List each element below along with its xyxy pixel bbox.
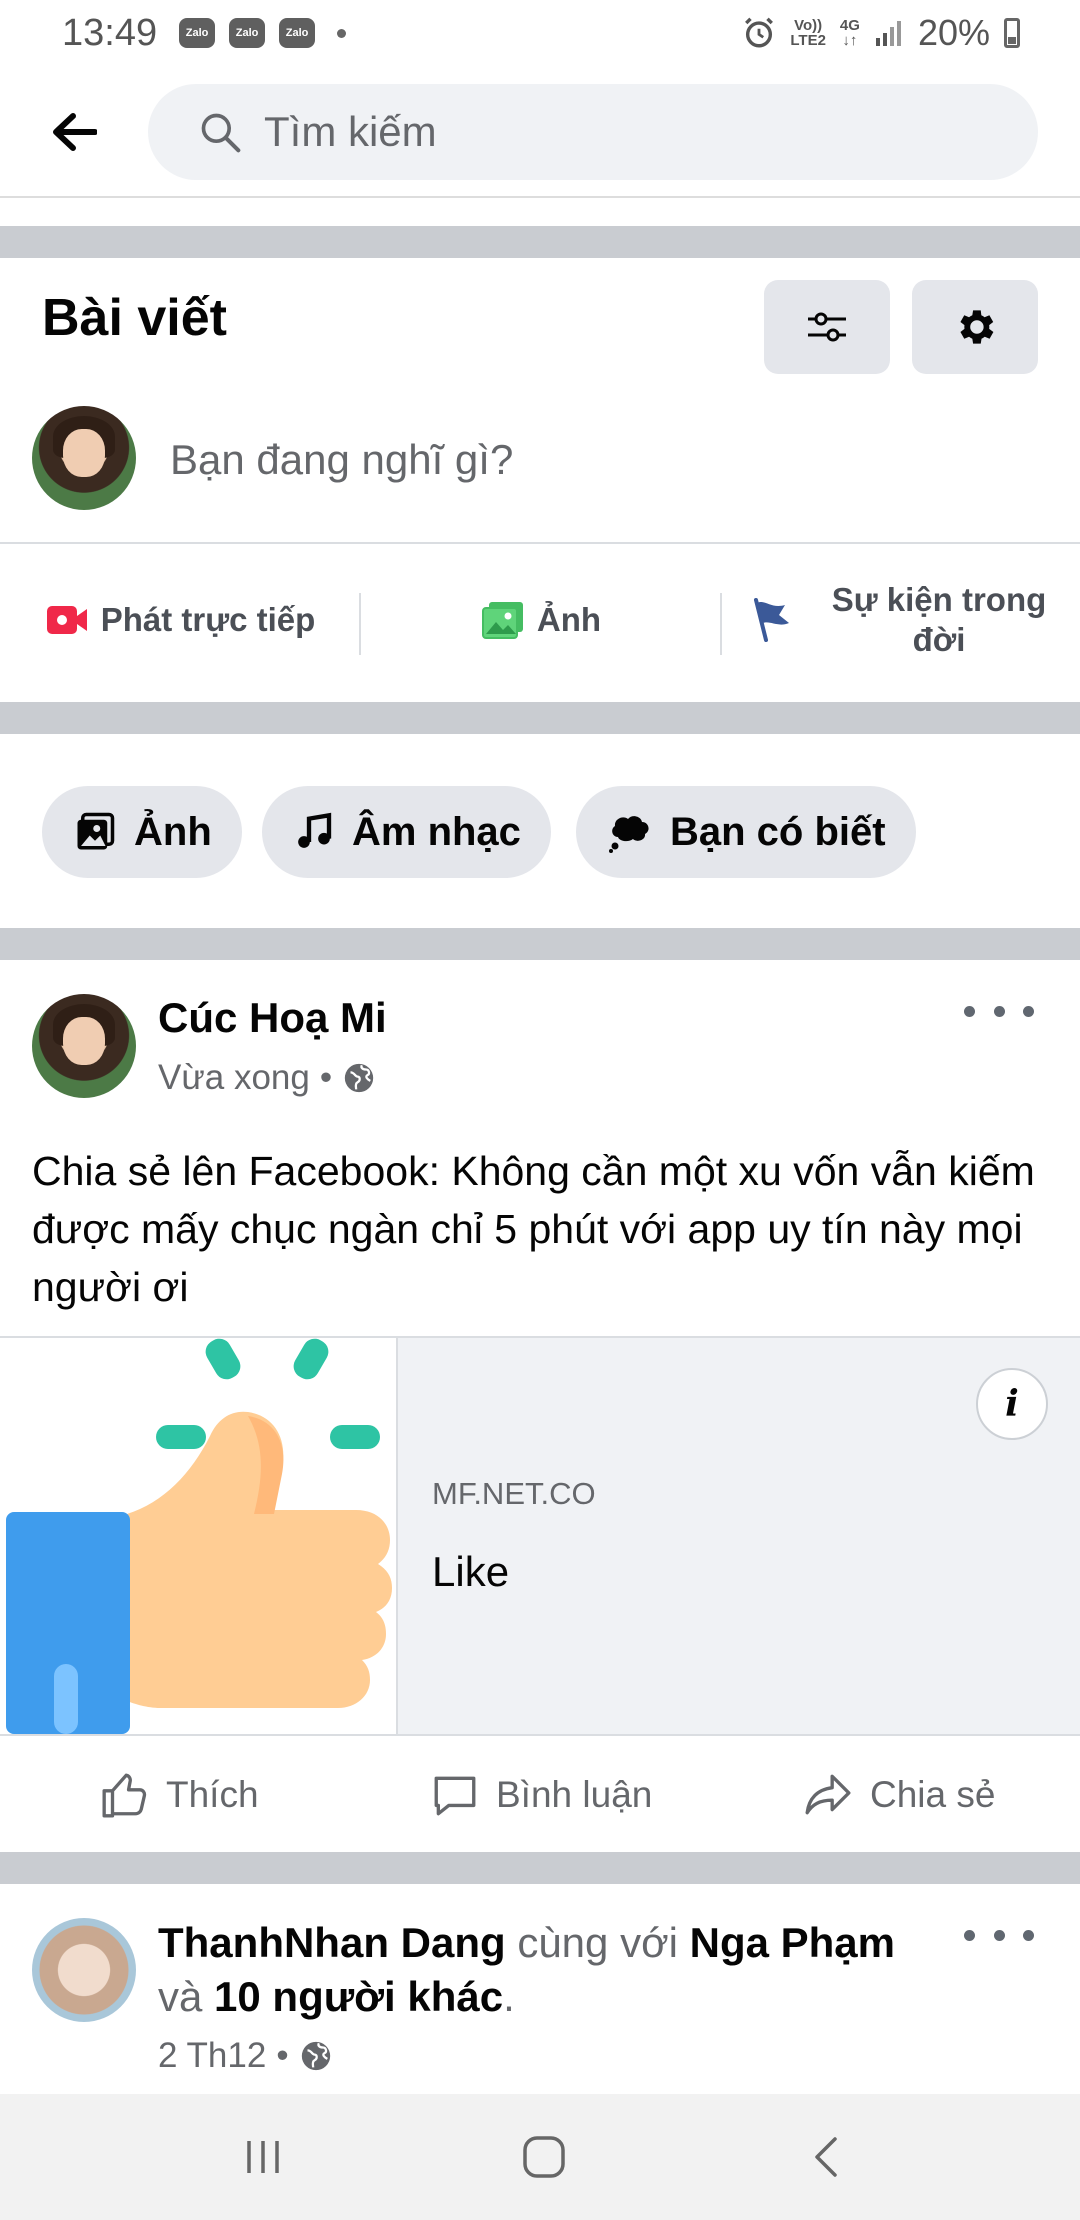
more-notifications-dot (337, 28, 347, 38)
live-video-button[interactable]: Phát trực tiếp (0, 575, 360, 665)
section-divider (0, 928, 1080, 960)
tagged-user[interactable]: Nga Phạm (690, 1919, 895, 1966)
section-title: Bài viết (42, 289, 227, 347)
flag-icon (754, 598, 789, 642)
post-author-name[interactable]: Cúc Hoạ Mi (158, 994, 387, 1042)
zalo-notification-icon: Zalo (179, 18, 216, 48)
user-avatar[interactable] (32, 406, 136, 510)
recent-apps-button[interactable] (223, 2124, 303, 2190)
sliders-icon (808, 312, 846, 342)
post-time[interactable]: 2 Th12 (158, 2036, 266, 2076)
chip-did-you-know[interactable]: Bạn có biết (576, 786, 916, 878)
post-text: Chia sẻ lên Facebook: Không cần một xu v… (32, 1148, 1035, 1310)
volte-indicator: Vo)) LTE2 (790, 17, 826, 49)
music-note-icon (298, 812, 332, 848)
info-button[interactable]: i (976, 1368, 1048, 1440)
share-button[interactable]: Chia sẻ (800, 1752, 995, 1838)
section-divider (0, 1852, 1080, 1884)
home-icon (523, 2136, 565, 2178)
signal-icon (875, 21, 901, 46)
comment-icon (434, 1776, 476, 1816)
post-author-avatar[interactable] (32, 1918, 136, 2022)
thumbs-up-illustration (6, 1338, 392, 1734)
post-meta: 2 Th12 • (158, 2036, 333, 2076)
chip-music[interactable]: Âm nhạc (262, 786, 551, 878)
system-nav-bar (0, 2094, 1080, 2220)
life-event-label: Sự kiện trong đời (831, 581, 1047, 658)
link-title: Like (432, 1548, 510, 1595)
chip-photo[interactable]: Ảnh (42, 786, 242, 878)
tagged-others[interactable]: 10 người khác (214, 1973, 503, 2020)
post-more-button[interactable] (964, 1920, 1034, 1950)
chip-photo-label: Ảnh (134, 809, 212, 854)
battery-icon (1004, 18, 1020, 48)
search-placeholder: Tìm kiếm (264, 108, 437, 155)
arrow-left-icon (53, 113, 97, 151)
gear-icon (960, 310, 994, 344)
composer-input[interactable]: Bạn đang nghĩ gì? (170, 436, 513, 484)
back-button[interactable] (44, 106, 104, 158)
post-author-name[interactable]: ThanhNhan Dang (158, 1919, 506, 1966)
zalo-notification-icon: Zalo (229, 18, 266, 48)
post-more-button[interactable] (964, 996, 1034, 1026)
network-type-indicator: 4G ↓↑ (839, 17, 860, 49)
section-divider (0, 226, 1080, 258)
filter-button[interactable] (764, 280, 890, 374)
chip-music-label: Âm nhạc (352, 809, 521, 854)
comment-label: Bình luận (496, 1774, 653, 1815)
settings-button[interactable] (912, 280, 1038, 374)
chevron-left-icon (815, 2137, 837, 2177)
thumbs-up-icon (102, 1773, 147, 1818)
home-button[interactable] (504, 2124, 584, 2190)
link-preview-card[interactable]: MF.NET.CO Like i (0, 1336, 1080, 1736)
link-thumbnail (0, 1338, 398, 1734)
post-author-avatar[interactable] (32, 994, 136, 1098)
like-button[interactable]: Thích (98, 1752, 259, 1838)
status-bar: 13:49 Zalo Zalo Zalo Vo)) LTE2 4G ↓↑ 20% (0, 0, 1080, 66)
post-author-line: ThanhNhan Dang cùng với Nga Phạm và 10 n… (158, 1919, 896, 2020)
post-time[interactable]: Vừa xong (158, 1058, 310, 1098)
search-icon (201, 113, 241, 153)
divider (0, 542, 1080, 544)
search-input[interactable]: Tìm kiếm (148, 84, 1038, 180)
link-domain: MF.NET.CO (432, 1476, 596, 1511)
globe-icon (301, 2041, 330, 2071)
alarm-icon (745, 17, 774, 48)
photo-icon (77, 812, 115, 850)
back-nav-button[interactable] (786, 2124, 866, 2190)
live-video-icon (46, 606, 87, 634)
thought-bubble-icon (609, 816, 649, 853)
globe-icon (344, 1063, 374, 1093)
photo-label: Ảnh (536, 601, 602, 638)
comment-button[interactable]: Bình luận (428, 1752, 652, 1838)
section-divider (0, 702, 1080, 734)
status-time: 13:49 (62, 11, 158, 54)
live-video-label: Phát trực tiếp (100, 601, 316, 638)
share-label: Chia sẻ (870, 1774, 996, 1815)
like-label: Thích (166, 1774, 259, 1815)
post-meta: Vừa xong • (158, 1058, 376, 1098)
share-icon (805, 1774, 851, 1815)
zalo-notification-icon: Zalo (279, 18, 316, 48)
photo-icon (481, 602, 523, 639)
chip-did-you-know-label: Bạn có biết (670, 809, 886, 854)
life-event-button[interactable]: Sự kiện trong đời (722, 575, 1080, 665)
recent-apps-icon (247, 2141, 279, 2173)
photo-button[interactable]: Ảnh (361, 575, 721, 665)
search-header: Tìm kiếm (0, 66, 1080, 198)
battery-percent: 20% (917, 12, 990, 53)
